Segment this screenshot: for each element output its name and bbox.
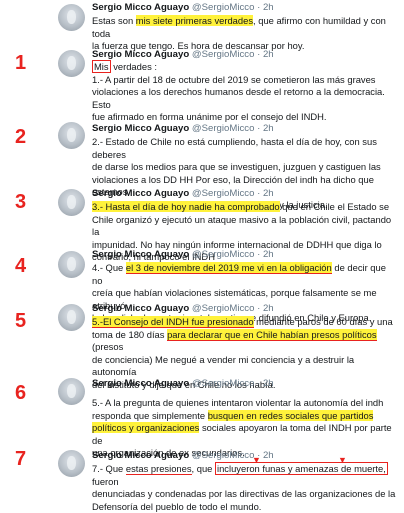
highlight: 3.- Hasta el día de hoy nadie ha comprob… xyxy=(92,201,280,212)
annotation-number: 5 xyxy=(15,310,27,332)
avatar[interactable] xyxy=(58,450,85,477)
timestamp[interactable]: 2h xyxy=(263,303,274,314)
timestamp[interactable]: 2h xyxy=(263,249,274,260)
avatar[interactable] xyxy=(58,378,85,405)
tweet-text: Estas son mis siete primeras verdades, q… xyxy=(92,15,386,52)
tweet-text: 7.- Que estas presiones, que incluyeron … xyxy=(92,462,396,512)
underlined-text: estas presiones xyxy=(125,463,192,475)
author-name[interactable]: Sergio Micco Aguayo xyxy=(92,49,189,60)
tweet-header: Sergio Micco Aguayo @SergioMicco · 2h xyxy=(92,2,274,13)
author-handle[interactable]: @SergioMicco xyxy=(192,123,255,134)
avatar[interactable] xyxy=(58,189,85,216)
avatar[interactable] xyxy=(58,4,85,31)
author-name[interactable]: Sergio Micco Aguayo xyxy=(92,2,189,13)
boxed-text: incluyeron funas y amenazas de muerte, xyxy=(215,462,388,475)
timestamp[interactable]: 2h xyxy=(263,188,274,199)
timestamp[interactable]: 2h xyxy=(263,450,274,461)
timestamp[interactable]: 2h xyxy=(263,378,274,389)
annotation-number: 3 xyxy=(15,191,27,213)
annotation-number: 6 xyxy=(15,382,27,404)
author-handle[interactable]: @SergioMicco xyxy=(192,450,255,461)
underlined-highlight: 5.-El Consejo del INDH fue presionado xyxy=(92,316,254,328)
avatar[interactable] xyxy=(58,50,85,77)
highlight: políticos y organizaciones xyxy=(92,422,200,434)
timestamp[interactable]: 2h xyxy=(263,2,274,13)
author-handle[interactable]: @SergioMicco xyxy=(192,188,255,199)
avatar[interactable] xyxy=(58,122,85,149)
timestamp[interactable]: 2h xyxy=(263,49,274,60)
timestamp[interactable]: 2h xyxy=(263,123,274,134)
author-name[interactable]: Sergio Micco Aguayo xyxy=(92,303,189,314)
highlight: mis siete primeras verdades xyxy=(135,15,254,26)
underlined-highlight: el 3 de noviembre del 2019 me vi en la o… xyxy=(125,262,332,274)
author-name[interactable]: Sergio Micco Aguayo xyxy=(92,188,189,199)
tweet-text: Mis verdades : 1.- A partir del 18 de oc… xyxy=(92,60,385,123)
tweet-header: Sergio Micco Aguayo @SergioMicco · 2h xyxy=(92,378,274,389)
underlined-highlight: para declarar que en Chile habían presos… xyxy=(167,328,377,341)
author-handle[interactable]: @SergioMicco xyxy=(192,49,255,60)
author-handle[interactable]: @SergioMicco xyxy=(192,303,255,314)
annotation-number: 4 xyxy=(15,255,27,277)
tweet-header: Sergio Micco Aguayo @SergioMicco · 2h xyxy=(92,303,274,314)
author-name[interactable]: Sergio Micco Aguayo xyxy=(92,378,189,389)
avatar[interactable] xyxy=(58,251,85,278)
tweet-header: Sergio Micco Aguayo @SergioMicco · 2h xyxy=(92,123,274,134)
tweet-header: Sergio Micco Aguayo @SergioMicco · 2h xyxy=(92,188,274,199)
highlight: busquen en redes sociales que partidos xyxy=(207,409,374,421)
avatar[interactable] xyxy=(58,304,85,331)
author-handle[interactable]: @SergioMicco xyxy=(192,249,255,260)
author-name[interactable]: Sergio Micco Aguayo xyxy=(92,123,189,134)
tweet-header: Sergio Micco Aguayo @SergioMicco · 2h xyxy=(92,450,274,461)
author-name[interactable]: Sergio Micco Aguayo xyxy=(92,450,189,461)
boxed-text: Mis xyxy=(92,60,111,73)
author-name[interactable]: Sergio Micco Aguayo xyxy=(92,249,189,260)
annotation-number: 2 xyxy=(15,126,27,148)
annotation-number: 1 xyxy=(15,52,27,74)
author-handle[interactable]: @SergioMicco xyxy=(192,378,255,389)
author-handle[interactable]: @SergioMicco xyxy=(192,2,255,13)
tweet-header: Sergio Micco Aguayo @SergioMicco · 2h xyxy=(92,49,274,60)
tweet-header: Sergio Micco Aguayo @SergioMicco · 2h xyxy=(92,249,274,260)
annotation-number: 7 xyxy=(15,448,27,470)
